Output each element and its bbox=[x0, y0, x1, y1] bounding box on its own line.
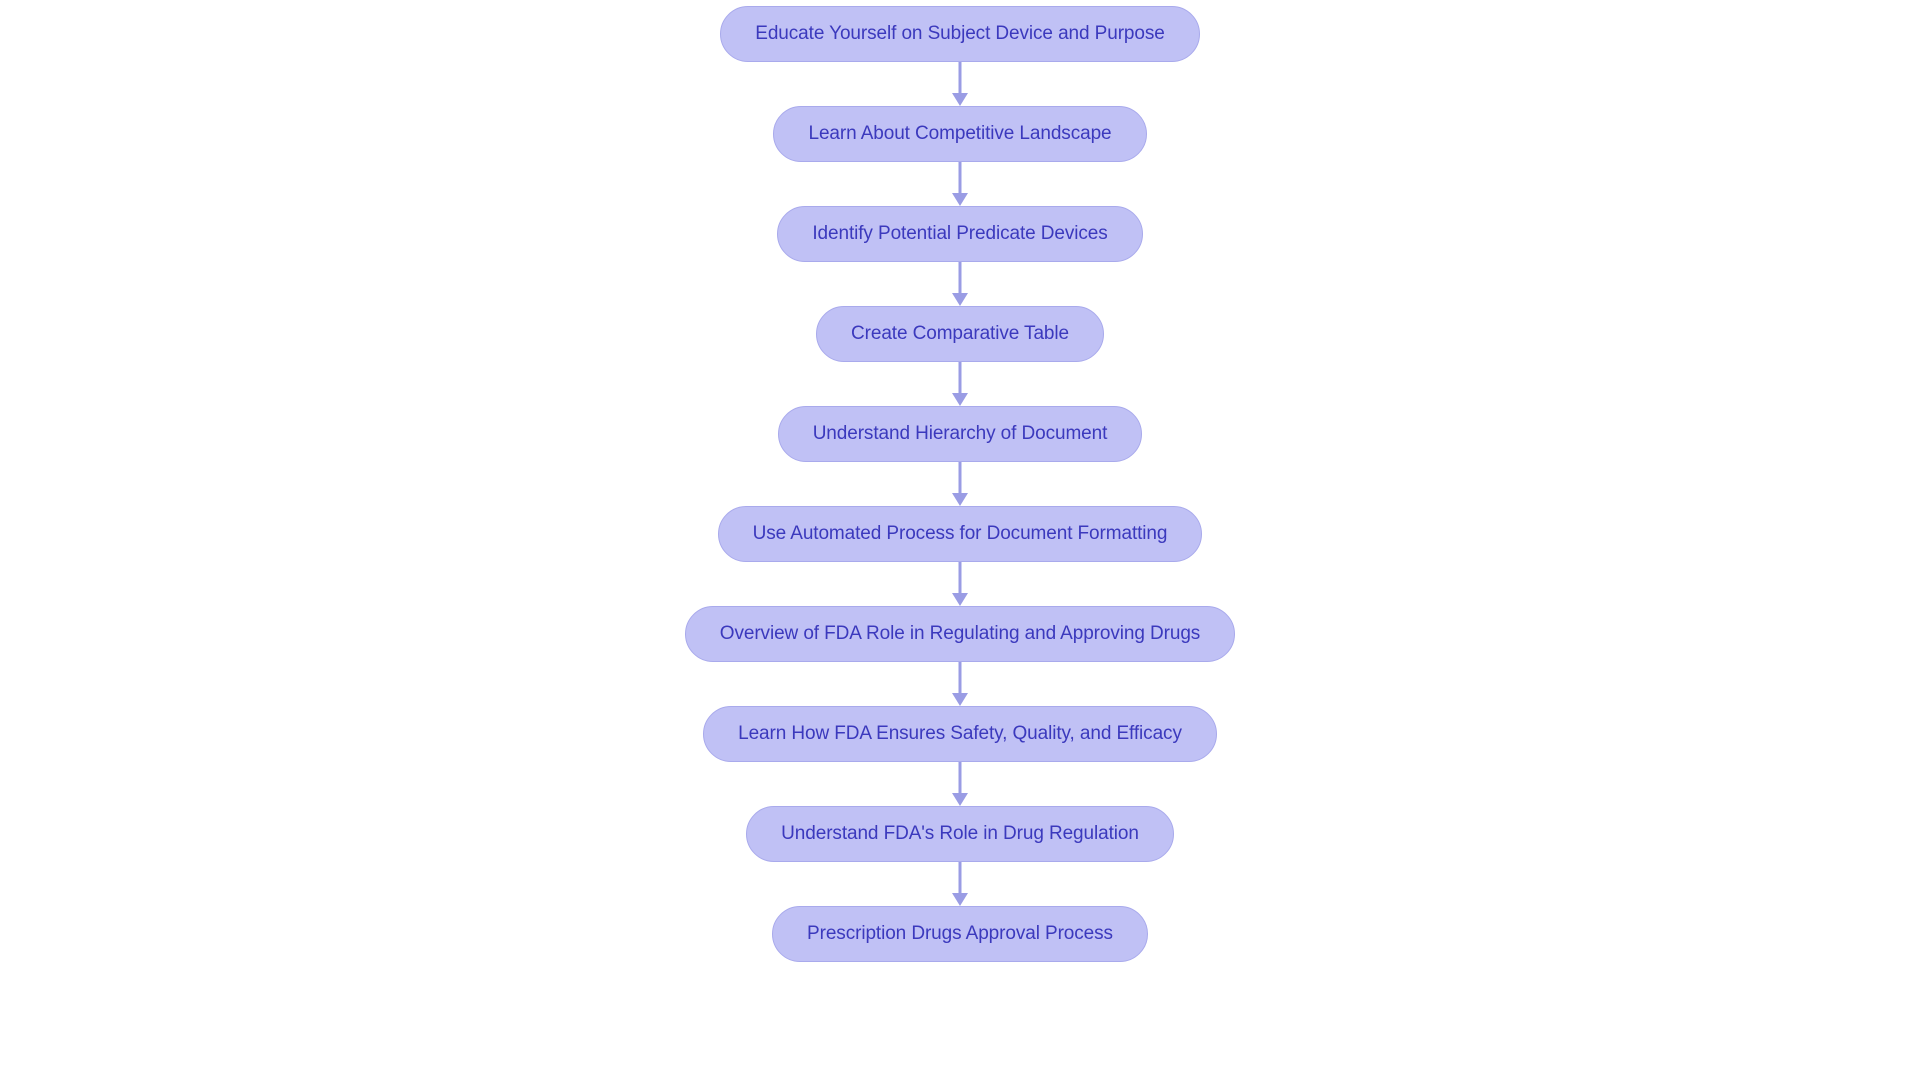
flow-arrow-n9-to-n10 bbox=[938, 862, 982, 906]
arrow-head-down-icon bbox=[952, 493, 968, 506]
arrow-head-down-icon bbox=[952, 893, 968, 906]
flow-node-learn-how-fda-ensures-safety-quality-and-efficacy[interactable]: Learn How FDA Ensures Safety, Quality, a… bbox=[703, 706, 1217, 762]
arrow-stem bbox=[958, 262, 962, 296]
arrow-head-down-icon bbox=[952, 393, 968, 406]
flow-node-prescription-drugs-approval-process[interactable]: Prescription Drugs Approval Process bbox=[772, 906, 1148, 962]
flow-arrow-n8-to-n9 bbox=[938, 762, 982, 806]
flow-arrow-n2-to-n3 bbox=[938, 162, 982, 206]
flow-node-use-automated-process-for-document-formatting[interactable]: Use Automated Process for Document Forma… bbox=[717, 506, 1203, 562]
flow-arrow-n1-to-n2 bbox=[938, 62, 982, 106]
arrow-stem bbox=[958, 562, 962, 596]
arrow-stem bbox=[958, 162, 962, 196]
flow-node-understand-fdas-role-in-drug-regulation[interactable]: Understand FDA's Role in Drug Regulation bbox=[746, 806, 1174, 862]
arrow-head-down-icon bbox=[952, 693, 968, 706]
arrow-head-down-icon bbox=[952, 193, 968, 206]
arrow-stem bbox=[958, 862, 962, 896]
flow-node-learn-about-competitive-landscape[interactable]: Learn About Competitive Landscape bbox=[773, 106, 1147, 162]
arrow-head-down-icon bbox=[952, 593, 968, 606]
flowchart-node-chain: Educate Yourself on Subject Device and P… bbox=[0, 0, 1920, 962]
arrow-stem bbox=[958, 62, 962, 96]
flow-node-educate-yourself-on-subject-device-and-purpose[interactable]: Educate Yourself on Subject Device and P… bbox=[720, 6, 1200, 62]
arrow-stem bbox=[958, 662, 962, 696]
flow-arrow-n3-to-n4 bbox=[938, 262, 982, 306]
arrow-stem bbox=[958, 462, 962, 496]
flow-node-understand-hierarchy-of-document[interactable]: Understand Hierarchy of Document bbox=[777, 406, 1143, 462]
flow-arrow-n6-to-n7 bbox=[938, 562, 982, 606]
flow-node-create-comparative-table[interactable]: Create Comparative Table bbox=[816, 306, 1104, 362]
arrow-stem bbox=[958, 362, 962, 396]
flowchart-canvas: Educate Yourself on Subject Device and P… bbox=[0, 0, 1920, 1080]
flow-node-identify-potential-predicate-devices[interactable]: Identify Potential Predicate Devices bbox=[777, 206, 1143, 262]
arrow-stem bbox=[958, 762, 962, 796]
flow-node-overview-of-fda-role-in-regulating-and-approving-drugs[interactable]: Overview of FDA Role in Regulating and A… bbox=[684, 606, 1236, 662]
flow-arrow-n7-to-n8 bbox=[938, 662, 982, 706]
flow-arrow-n5-to-n6 bbox=[938, 462, 982, 506]
arrow-head-down-icon bbox=[952, 293, 968, 306]
arrow-head-down-icon bbox=[952, 93, 968, 106]
arrow-head-down-icon bbox=[952, 793, 968, 806]
flow-arrow-n4-to-n5 bbox=[938, 362, 982, 406]
